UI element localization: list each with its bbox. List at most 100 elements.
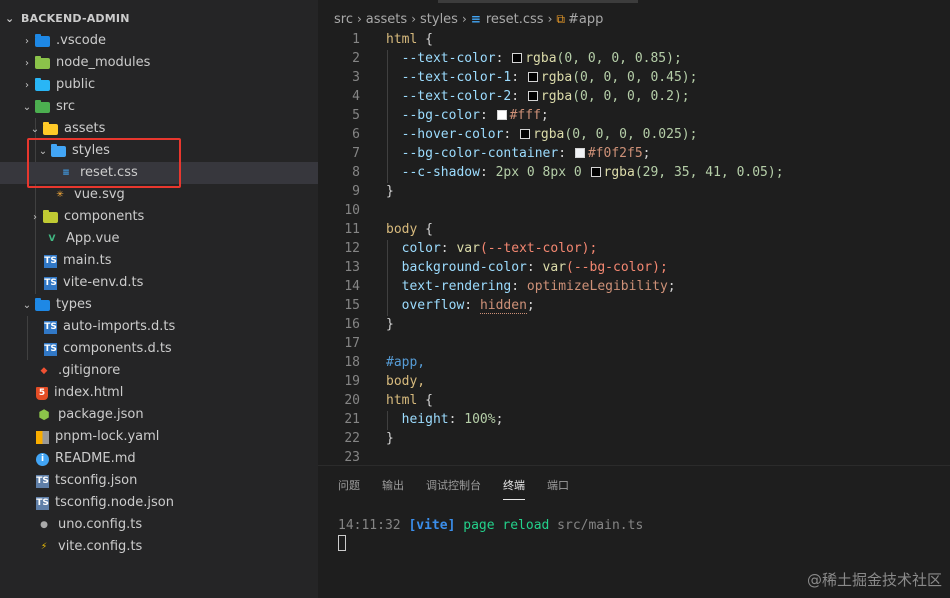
line-number: 23	[344, 450, 360, 465]
line-number: 19	[344, 374, 360, 389]
property-token: --bg-color-container	[401, 146, 559, 161]
line-number: 8	[352, 165, 360, 180]
tree-item-pnpm-lock[interactable]: pnpm-lock.yaml	[0, 426, 318, 448]
editor-tab-strip	[318, 0, 950, 4]
tree-item-auto-imports[interactable]: TS auto-imports.d.ts	[0, 316, 318, 338]
chevron-down-icon: ⌄	[30, 123, 40, 135]
color-swatch[interactable]	[527, 91, 538, 101]
tree-item-app-vue[interactable]: V App.vue	[0, 228, 318, 250]
tree-item-readme[interactable]: i README.md	[0, 448, 318, 470]
ts-file-icon: TS	[44, 254, 57, 268]
panel-tabs: 问题 输出 调试控制台 终端 端口	[338, 478, 591, 500]
chevron-right-icon: ›	[356, 12, 362, 26]
css-file-icon: ≡	[470, 12, 481, 26]
property-token: --text-color	[401, 51, 496, 66]
brace-token: }	[386, 184, 394, 199]
tree-item-gitignore[interactable]: ◆ .gitignore	[0, 360, 318, 382]
line-number: 15	[344, 298, 360, 313]
color-swatch[interactable]	[527, 72, 538, 82]
tree-item-src[interactable]: ⌄ src	[0, 96, 318, 118]
tree-item-index-html[interactable]: 5 index.html	[0, 382, 318, 404]
code-line: 15 overflow: hidden;	[318, 296, 950, 315]
chevron-right-icon: ›	[25, 57, 29, 69]
brace-token: }	[386, 431, 394, 446]
tree-item-components-d-ts[interactable]: TS components.d.ts	[0, 338, 318, 360]
bottom-panel: 问题 输出 调试控制台 终端 端口 14:11:32 [vite] page r…	[318, 465, 950, 598]
value-token: 2px 0 8px 0	[495, 165, 582, 180]
code-line: 1 html {	[318, 30, 950, 49]
function-token: rgba	[603, 165, 635, 180]
chevron-down-icon: ⌄	[5, 11, 15, 25]
active-tab-indicator	[438, 0, 638, 3]
brace-token: {	[417, 393, 433, 408]
tree-item-vite-env[interactable]: TS vite-env.d.ts	[0, 272, 318, 294]
breadcrumb-styles[interactable]: styles	[420, 12, 458, 27]
html-file-icon: 5	[36, 386, 48, 400]
svg-file-icon: ✳	[56, 190, 64, 200]
tree-item-uno-config[interactable]: ● uno.config.ts	[0, 514, 318, 536]
color-swatch[interactable]	[590, 167, 601, 177]
types-folder-icon	[34, 297, 50, 313]
code-line: 20 html {	[318, 391, 950, 410]
code-line: 8 --c-shadow: 2px 0 8px 0 rgba(29, 35, 4…	[318, 163, 950, 182]
tree-item-package-json[interactable]: ⬢ package.json	[0, 404, 318, 426]
breadcrumb-src[interactable]: src	[334, 12, 353, 27]
tree-item-types[interactable]: ⌄ types	[0, 294, 318, 316]
tree-item-components[interactable]: › components	[0, 206, 318, 228]
tab-problems[interactable]: 问题	[338, 478, 360, 500]
code-line: 18 #app,	[318, 353, 950, 372]
code-line: 14 text-rendering: optimizeLegibility;	[318, 277, 950, 296]
tree-item-public[interactable]: › public	[0, 74, 318, 96]
brace-token: {	[417, 32, 433, 47]
tree-item-main-ts[interactable]: TS main.ts	[0, 250, 318, 272]
terminal-output[interactable]: 14:11:32 [vite] page reload src/main.ts	[338, 518, 643, 533]
tree-item-vite-config[interactable]: ⚡ vite.config.ts	[0, 536, 318, 558]
chevron-right-icon: ›	[411, 12, 416, 26]
explorer-header[interactable]: ⌄ BACKEND-ADMIN	[0, 8, 318, 28]
function-token: rgba	[533, 127, 565, 142]
breadcrumb: src › assets › styles › ≡ reset.css › ⧉ …	[334, 8, 603, 30]
line-number: 4	[352, 89, 360, 104]
line-number: 21	[344, 412, 360, 427]
property-token: background-color	[401, 260, 527, 275]
args-token: (0, 0, 0, 0.45);	[572, 70, 698, 85]
ts-file-icon: TS	[44, 342, 57, 356]
args-token: (--text-color);	[479, 241, 598, 256]
chevron-down-icon: ⌄	[22, 101, 32, 113]
components-folder-icon	[42, 209, 58, 225]
tab-debug-console[interactable]: 调试控制台	[426, 478, 481, 500]
tab-output[interactable]: 输出	[382, 478, 404, 500]
breadcrumb-assets[interactable]: assets	[366, 12, 407, 27]
color-swatch[interactable]	[512, 53, 523, 63]
tree-item-tsconfig-node[interactable]: TS tsconfig.node.json	[0, 492, 318, 514]
function-token: var	[542, 260, 567, 275]
tree-item-tsconfig[interactable]: TS tsconfig.json	[0, 470, 318, 492]
tab-ports[interactable]: 端口	[547, 478, 569, 500]
ts-file-icon: TS	[44, 276, 57, 290]
yaml-file-icon	[36, 430, 49, 444]
breadcrumb-file[interactable]: reset.css	[486, 12, 544, 27]
args-token: (0, 0, 0, 0.2);	[572, 89, 690, 104]
color-swatch[interactable]	[574, 148, 585, 158]
tab-terminal[interactable]: 终端	[503, 478, 525, 500]
chevron-right-icon: ›	[461, 12, 467, 26]
line-number: 5	[352, 108, 360, 123]
selector-token: body	[386, 222, 418, 237]
tree-item-vscode[interactable]: › .vscode	[0, 30, 318, 52]
code-line: 19 body,	[318, 372, 950, 391]
line-number: 22	[344, 431, 360, 446]
public-folder-icon	[34, 77, 50, 93]
property-token: --text-color-1	[401, 70, 512, 85]
selector-token: html	[386, 393, 418, 408]
chevron-right-icon: ›	[25, 79, 29, 91]
watermark: @稀土掘金技术社区	[806, 571, 942, 589]
line-number: 13	[344, 260, 360, 275]
color-swatch[interactable]	[520, 129, 531, 139]
color-swatch[interactable]	[496, 110, 507, 120]
line-number: 17	[344, 336, 360, 351]
tree-item-node-modules[interactable]: › node_modules	[0, 52, 318, 74]
breadcrumb-symbol[interactable]: #app	[568, 12, 603, 27]
tree-item-assets[interactable]: ⌄ assets	[0, 118, 318, 140]
property-token: text-rendering	[401, 279, 512, 294]
code-line: 16 }	[318, 315, 950, 334]
